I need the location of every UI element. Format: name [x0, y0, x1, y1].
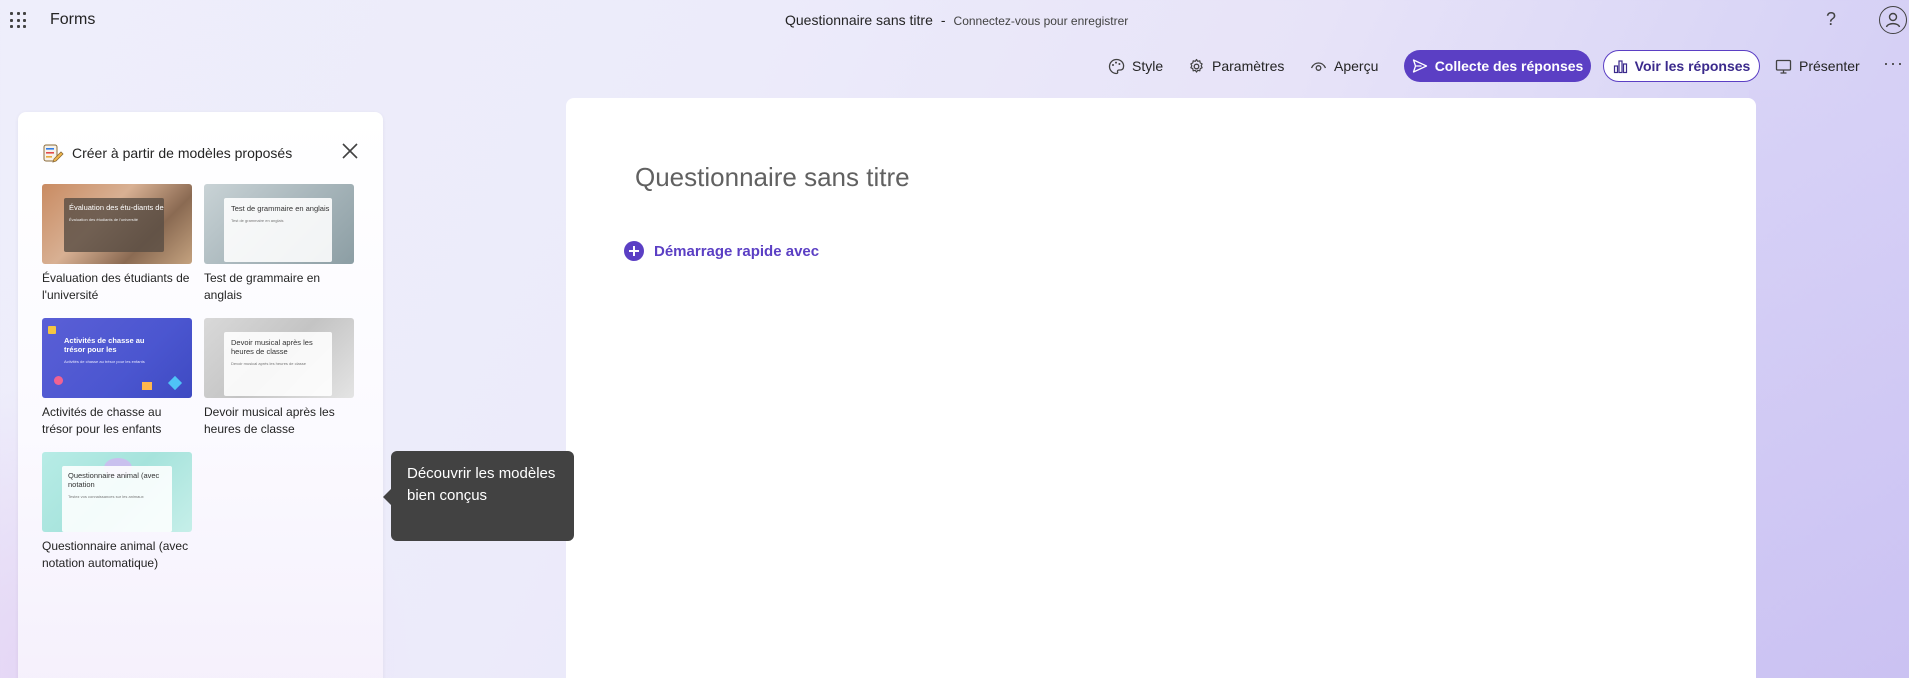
- bar-chart-icon: [1613, 59, 1627, 73]
- templates-panel-title: Créer à partir de modèles proposés: [72, 145, 293, 161]
- close-icon[interactable]: [341, 142, 359, 160]
- send-icon: [1412, 59, 1427, 73]
- more-options-icon[interactable]: ···: [1883, 53, 1904, 74]
- quick-start-label: Démarrage rapide avec: [654, 242, 820, 260]
- present-icon: [1775, 59, 1792, 74]
- template-thumbnail: Devoir musical après les heures de class…: [204, 318, 354, 398]
- document-title[interactable]: Questionnaire sans titre: [785, 12, 933, 28]
- palette-icon: [1108, 58, 1125, 74]
- template-thumbnail: Évaluation des étu-diants de Évaluation …: [42, 184, 192, 264]
- template-card-treasure-hunt[interactable]: Activités de chasse au trésor pour les A…: [42, 318, 192, 438]
- template-thumbnail: Test de grammaire en anglais Test de gra…: [204, 184, 354, 264]
- form-title[interactable]: Questionnaire sans titre: [635, 162, 910, 193]
- template-thumbnail-subtitle: Devoir musical après les heures de class…: [231, 361, 306, 366]
- help-icon[interactable]: ?: [1826, 9, 1836, 30]
- template-thumbnail-title: Test de grammaire en anglais: [231, 204, 330, 213]
- plus-icon: [624, 241, 644, 261]
- template-card-music-homework[interactable]: Devoir musical après les heures de class…: [204, 318, 354, 438]
- templates-panel-header: Créer à partir de modèles proposés: [42, 142, 292, 164]
- template-label: Activités de chasse au trésor pour les e…: [42, 405, 162, 436]
- present-label: Présenter: [1799, 58, 1860, 74]
- collect-responses-button[interactable]: Collecte des réponses: [1404, 50, 1591, 82]
- template-card-animal-quiz[interactable]: Questionnaire animal (avec notation Test…: [42, 452, 192, 572]
- style-button[interactable]: Style: [1108, 51, 1163, 81]
- style-label: Style: [1132, 58, 1164, 74]
- templates-tooltip: Découvrir les modèles bien conçus: [383, 451, 574, 541]
- app-name[interactable]: Forms: [50, 11, 95, 29]
- template-thumbnail-title: Devoir musical après les heures de class…: [231, 338, 313, 356]
- template-thumbnail-subtitle: Test de grammaire en anglais: [231, 218, 284, 223]
- template-label: Test de grammaire en anglais: [204, 271, 321, 302]
- background-side: [1749, 90, 1909, 678]
- templates-panel: Créer à partir de modèles proposés Évalu…: [18, 112, 383, 678]
- template-label: Évaluation des étudiants de l'université: [42, 271, 190, 302]
- document-title-area: Questionnaire sans titre - Connectez-vous …: [785, 12, 1128, 28]
- quick-start-button[interactable]: Démarrage rapide avec: [624, 241, 819, 261]
- template-thumbnail-subtitle: Activités de chasse au trésor pour les e…: [64, 359, 145, 364]
- account-icon[interactable]: [1879, 6, 1907, 34]
- eye-icon: [1310, 61, 1327, 71]
- template-label: Questionnaire animal (avec notation auto…: [42, 539, 189, 570]
- view-responses-button[interactable]: Voir les réponses: [1603, 50, 1760, 82]
- template-card-english-grammar[interactable]: Test de grammaire en anglais Test de gra…: [204, 184, 354, 304]
- collect-responses-label: Collecte des réponses: [1434, 58, 1584, 74]
- template-thumbnail-title: Évaluation des étu-diants de: [69, 203, 164, 212]
- top-bar: Forms Questionnaire sans titre - Connectez…: [0, 0, 1909, 40]
- settings-button[interactable]: Paramètres: [1188, 51, 1284, 81]
- template-thumbnail: Activités de chasse au trésor pour les A…: [42, 318, 192, 398]
- template-label: Devoir musical après les heures de class…: [204, 405, 335, 436]
- templates-icon: [43, 144, 64, 163]
- template-thumbnail: Questionnaire animal (avec notation Test…: [42, 452, 192, 532]
- template-thumbnail-subtitle: Testez vos connaissances sur les animaux: [68, 494, 144, 499]
- settings-label: Paramètres: [1212, 58, 1285, 74]
- template-thumbnail-title: Questionnaire animal (avec notation: [68, 471, 160, 489]
- preview-label: Aperçu: [1334, 58, 1379, 74]
- title-separator: -: [940, 12, 946, 28]
- sign-in-to-save-link[interactable]: Connectez-vous pour enregistrer: [954, 14, 1129, 28]
- template-thumbnail-title: Activités de chasse au trésor pour les: [64, 336, 145, 354]
- present-button[interactable]: Présenter: [1775, 51, 1860, 81]
- view-responses-label: Voir les réponses: [1634, 58, 1751, 74]
- preview-button[interactable]: Aperçu: [1310, 51, 1378, 81]
- gear-icon: [1190, 58, 1203, 73]
- app-launcher-icon[interactable]: [10, 12, 26, 28]
- form-canvas: Questionnaire sans titre Démarrage rapid…: [566, 98, 1756, 678]
- template-thumbnail-subtitle: Évaluation des étudiants de l'université: [69, 217, 139, 222]
- template-card-student-evaluation[interactable]: Évaluation des étu-diants de Évaluation …: [42, 184, 192, 304]
